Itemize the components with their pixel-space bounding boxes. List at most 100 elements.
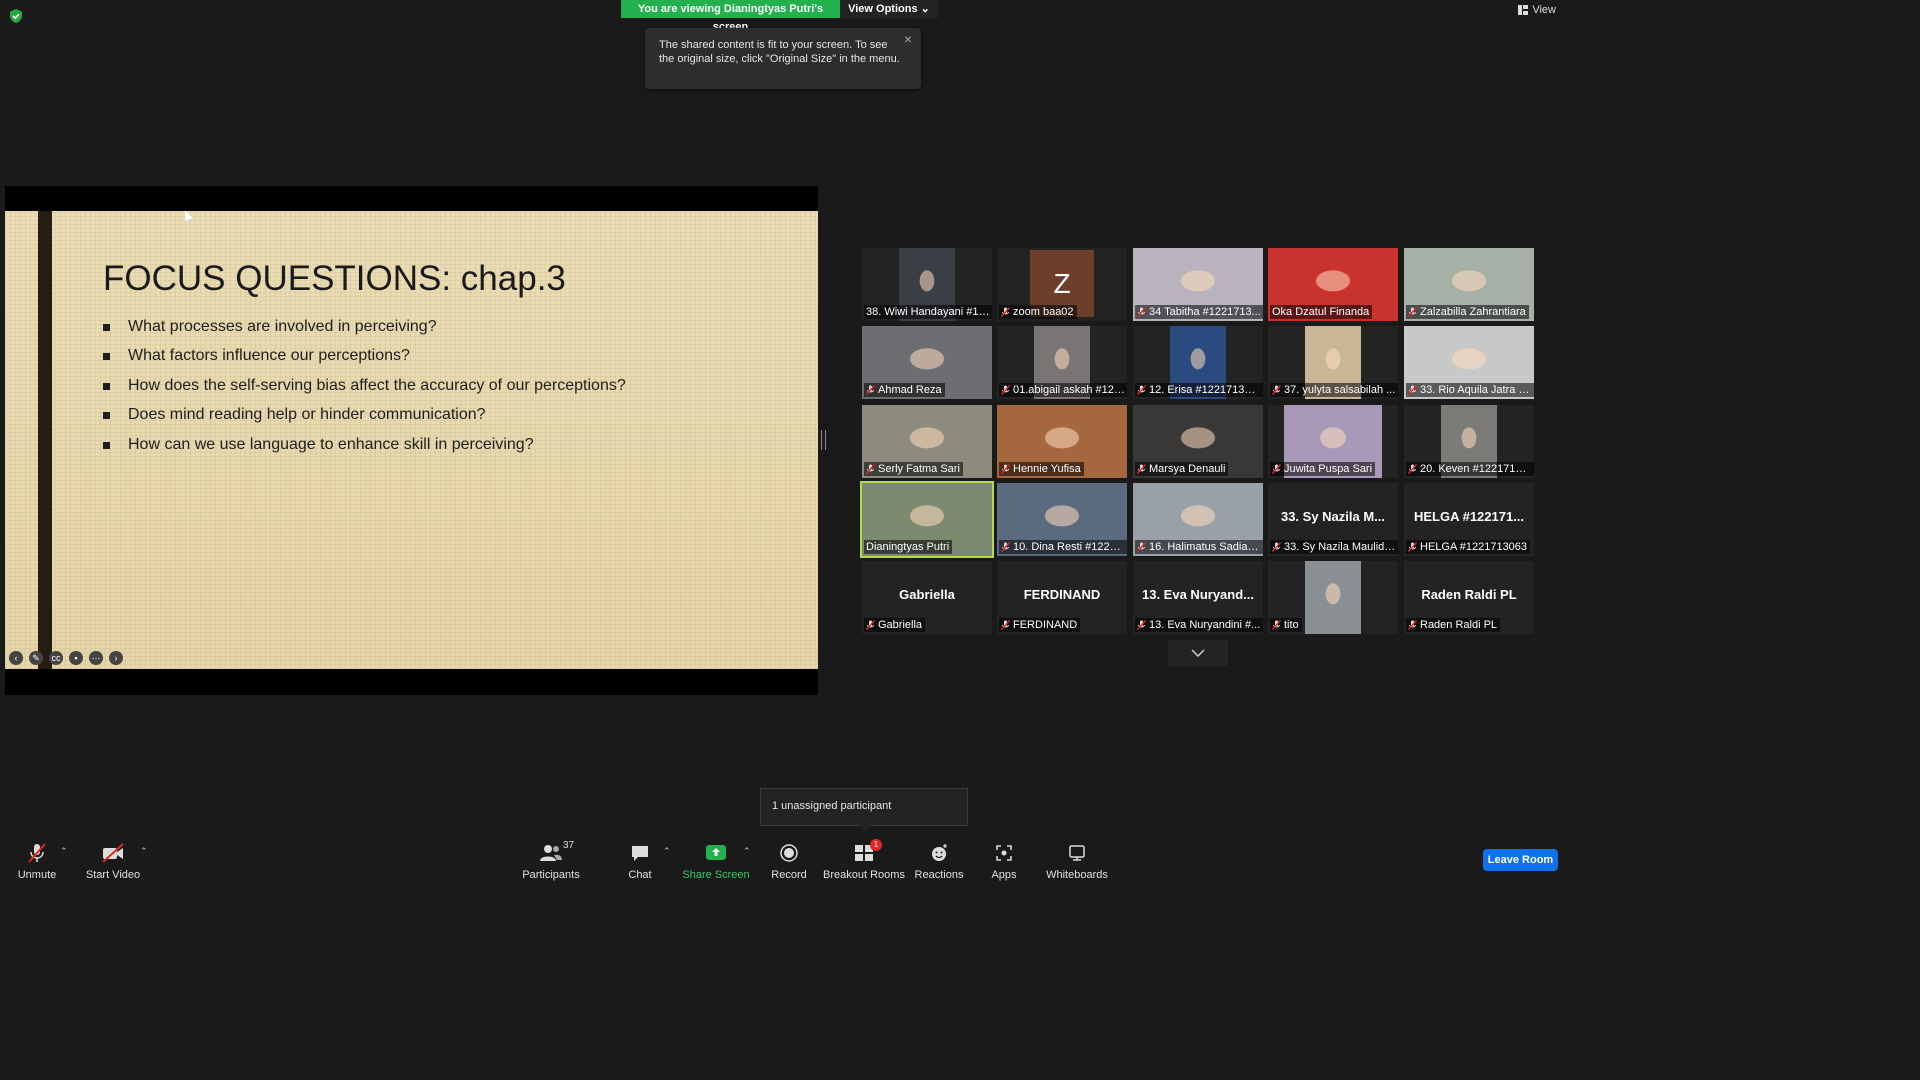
reactions-label: Reactions bbox=[914, 869, 964, 881]
muted-mic-icon bbox=[1137, 542, 1146, 552]
participant-tile[interactable]: Dianingtyas Putri bbox=[860, 481, 994, 558]
participant-tile[interactable]: Raden Raldi PL Raden Raldi PL bbox=[1404, 561, 1534, 634]
participants-count: 37 bbox=[563, 840, 575, 851]
participant-name: 12. Erisa #1221713064 bbox=[1149, 384, 1261, 396]
muted-mic-icon bbox=[1272, 464, 1281, 474]
participant-display-name: 33. Sy Nazila M... bbox=[1280, 509, 1386, 524]
whiteboards-button[interactable]: Whiteboards bbox=[1046, 832, 1108, 882]
participant-name-label: Hennie Yufisa bbox=[999, 462, 1084, 476]
muted-mic-icon bbox=[1137, 307, 1146, 317]
participant-name-label: HELGA #1221713063 bbox=[1406, 540, 1531, 554]
next-slide-icon[interactable]: › bbox=[109, 651, 123, 665]
participant-name: HELGA #1221713063 bbox=[1420, 541, 1528, 553]
camera-off-icon[interactable]: ▪ bbox=[69, 651, 83, 665]
participant-tile[interactable]: Serly Fatma Sari bbox=[862, 405, 992, 478]
bullet-square-icon bbox=[103, 412, 110, 420]
captions-icon[interactable]: cc bbox=[49, 651, 63, 665]
participant-tile[interactable]: 37. yulyta salsabilah ... bbox=[1268, 326, 1398, 399]
unmute-button[interactable]: Unmute bbox=[14, 832, 60, 882]
unassigned-participant-popup[interactable]: 1 unassigned participant bbox=[760, 788, 968, 832]
leave-room-button[interactable]: Leave Room bbox=[1483, 849, 1558, 871]
participant-name: Raden Raldi PL bbox=[1420, 619, 1498, 631]
participant-tile[interactable]: Hennie Yufisa bbox=[997, 405, 1127, 478]
participant-tile[interactable]: Marsya Denauli bbox=[1133, 405, 1263, 478]
participant-tile[interactable]: 01.abigail askah #122... bbox=[997, 326, 1127, 399]
participant-name-label: tito bbox=[1270, 618, 1302, 632]
participant-tile[interactable]: FERDINAND FERDINAND bbox=[997, 561, 1127, 634]
participant-name: 33. Rio Aquila Jatra #... bbox=[1420, 384, 1532, 396]
participant-name: 33. Sy Nazila Maulida... bbox=[1284, 541, 1396, 553]
grid-view-icon bbox=[1518, 5, 1529, 15]
participant-tile[interactable]: Ahmad Reza bbox=[862, 326, 992, 399]
participant-tile[interactable]: 34 Tabitha #1221713... bbox=[1133, 248, 1263, 321]
participant-display-name: HELGA #122171... bbox=[1413, 509, 1525, 524]
participant-tile[interactable]: 10. Dina Resti #12217... bbox=[997, 483, 1127, 556]
participant-tile[interactable]: Zalzabilla Zahrantiara bbox=[1404, 248, 1534, 321]
participant-tile[interactable]: 13. Eva Nuryand... 13. Eva Nuryandini #..… bbox=[1133, 561, 1263, 634]
participant-tile[interactable]: 33. Rio Aquila Jatra #... bbox=[1404, 326, 1534, 399]
previous-slide-icon[interactable]: ‹ bbox=[9, 651, 23, 665]
participant-name-label: Oka Dzatul Finanda bbox=[1270, 305, 1373, 319]
slide-decor-bar bbox=[38, 211, 52, 669]
participant-tile[interactable]: Gabriella Gabriella bbox=[862, 561, 992, 634]
participant-name: Dianingtyas Putri bbox=[866, 541, 950, 553]
participant-name-label: Dianingtyas Putri bbox=[864, 540, 953, 554]
participant-name: Marsya Denauli bbox=[1149, 463, 1226, 475]
pen-icon[interactable]: ✎ bbox=[29, 651, 43, 665]
panel-splitter[interactable] bbox=[821, 430, 826, 450]
apps-label: Apps bbox=[991, 869, 1017, 881]
participant-tile[interactable]: 16. Halimatus Sadiah ... bbox=[1133, 483, 1263, 556]
start-video-button[interactable]: Start Video bbox=[86, 832, 140, 882]
participants-button[interactable]: 37 Participants bbox=[522, 832, 580, 882]
share-options-caret-icon[interactable]: ⌃ bbox=[743, 846, 751, 857]
more-options-icon[interactable]: ⋯ bbox=[89, 651, 103, 665]
audio-options-caret-icon[interactable]: ⌃ bbox=[60, 846, 68, 857]
muted-mic-icon bbox=[1272, 385, 1281, 395]
shared-screen[interactable]: FOCUS QUESTIONS: chap.3 What processes a… bbox=[5, 186, 818, 695]
slide-bullet: How can we use language to enhance skill… bbox=[103, 435, 626, 464]
breakout-rooms-button[interactable]: 1 Breakout Rooms bbox=[823, 832, 905, 882]
chat-button[interactable]: Chat bbox=[622, 832, 658, 882]
chat-options-caret-icon[interactable]: ⌃ bbox=[663, 846, 671, 857]
chat-icon bbox=[632, 846, 648, 861]
participant-name: Ahmad Reza bbox=[878, 384, 942, 396]
participant-tile[interactable]: HELGA #122171... HELGA #1221713063 bbox=[1404, 483, 1534, 556]
reactions-button[interactable]: Reactions bbox=[914, 832, 964, 882]
participant-display-name: Raden Raldi PL bbox=[1421, 587, 1517, 602]
reactions-icon bbox=[932, 844, 947, 861]
bullet-square-icon bbox=[103, 324, 110, 331]
participant-display-name: 13. Eva Nuryand... bbox=[1142, 587, 1254, 602]
participant-name: 13. Eva Nuryandini #... bbox=[1149, 619, 1261, 631]
meeting-toolbar: Unmute ⌃ Start Video ⌃ 37 Participants C… bbox=[0, 832, 1568, 882]
microphone-muted-icon bbox=[28, 843, 46, 863]
participant-tile[interactable]: tito bbox=[1268, 561, 1398, 634]
participant-name-label: 37. yulyta salsabilah ... bbox=[1270, 383, 1398, 397]
security-shield-icon[interactable] bbox=[8, 8, 24, 24]
participant-tile[interactable]: 33. Sy Nazila M... 33. Sy Nazila Maulida.… bbox=[1268, 483, 1398, 556]
gallery-next-page-button[interactable] bbox=[1168, 640, 1228, 666]
muted-mic-icon bbox=[866, 385, 875, 395]
muted-mic-icon bbox=[1001, 385, 1010, 395]
video-options-caret-icon[interactable]: ⌃ bbox=[140, 846, 148, 857]
share-screen-button[interactable]: Share Screen bbox=[682, 832, 750, 882]
bullet-text: Does mind reading help or hinder communi… bbox=[128, 406, 486, 424]
muted-mic-icon bbox=[1408, 464, 1417, 474]
participant-tile[interactable]: 12. Erisa #1221713064 bbox=[1133, 326, 1263, 399]
muted-mic-icon bbox=[1408, 385, 1417, 395]
participant-tile[interactable]: 20. Keven #12217130... bbox=[1404, 405, 1534, 478]
share-screen-label: Share Screen bbox=[682, 869, 750, 881]
share-screen-icon bbox=[706, 845, 726, 860]
view-options-button[interactable]: View Options ⌄ bbox=[840, 0, 938, 18]
apps-button[interactable]: Apps bbox=[988, 832, 1020, 882]
slide-bullet: What processes are involved in perceivin… bbox=[103, 317, 626, 346]
record-button[interactable]: Record bbox=[770, 832, 808, 882]
participant-tile[interactable]: 38. Wiwi Handayani #12... bbox=[862, 248, 992, 321]
participant-tile[interactable]: Oka Dzatul Finanda bbox=[1268, 248, 1398, 321]
muted-mic-icon bbox=[1137, 464, 1146, 474]
participant-tile[interactable]: Zzoom baa02 bbox=[997, 248, 1127, 321]
close-icon[interactable]: × bbox=[901, 32, 915, 46]
participant-tile[interactable]: Juwita Puspa Sari bbox=[1268, 405, 1398, 478]
participant-name-label: 01.abigail askah #122... bbox=[999, 383, 1127, 397]
participant-name-label: Gabriella bbox=[864, 618, 926, 632]
view-button[interactable]: View bbox=[1518, 4, 1556, 16]
